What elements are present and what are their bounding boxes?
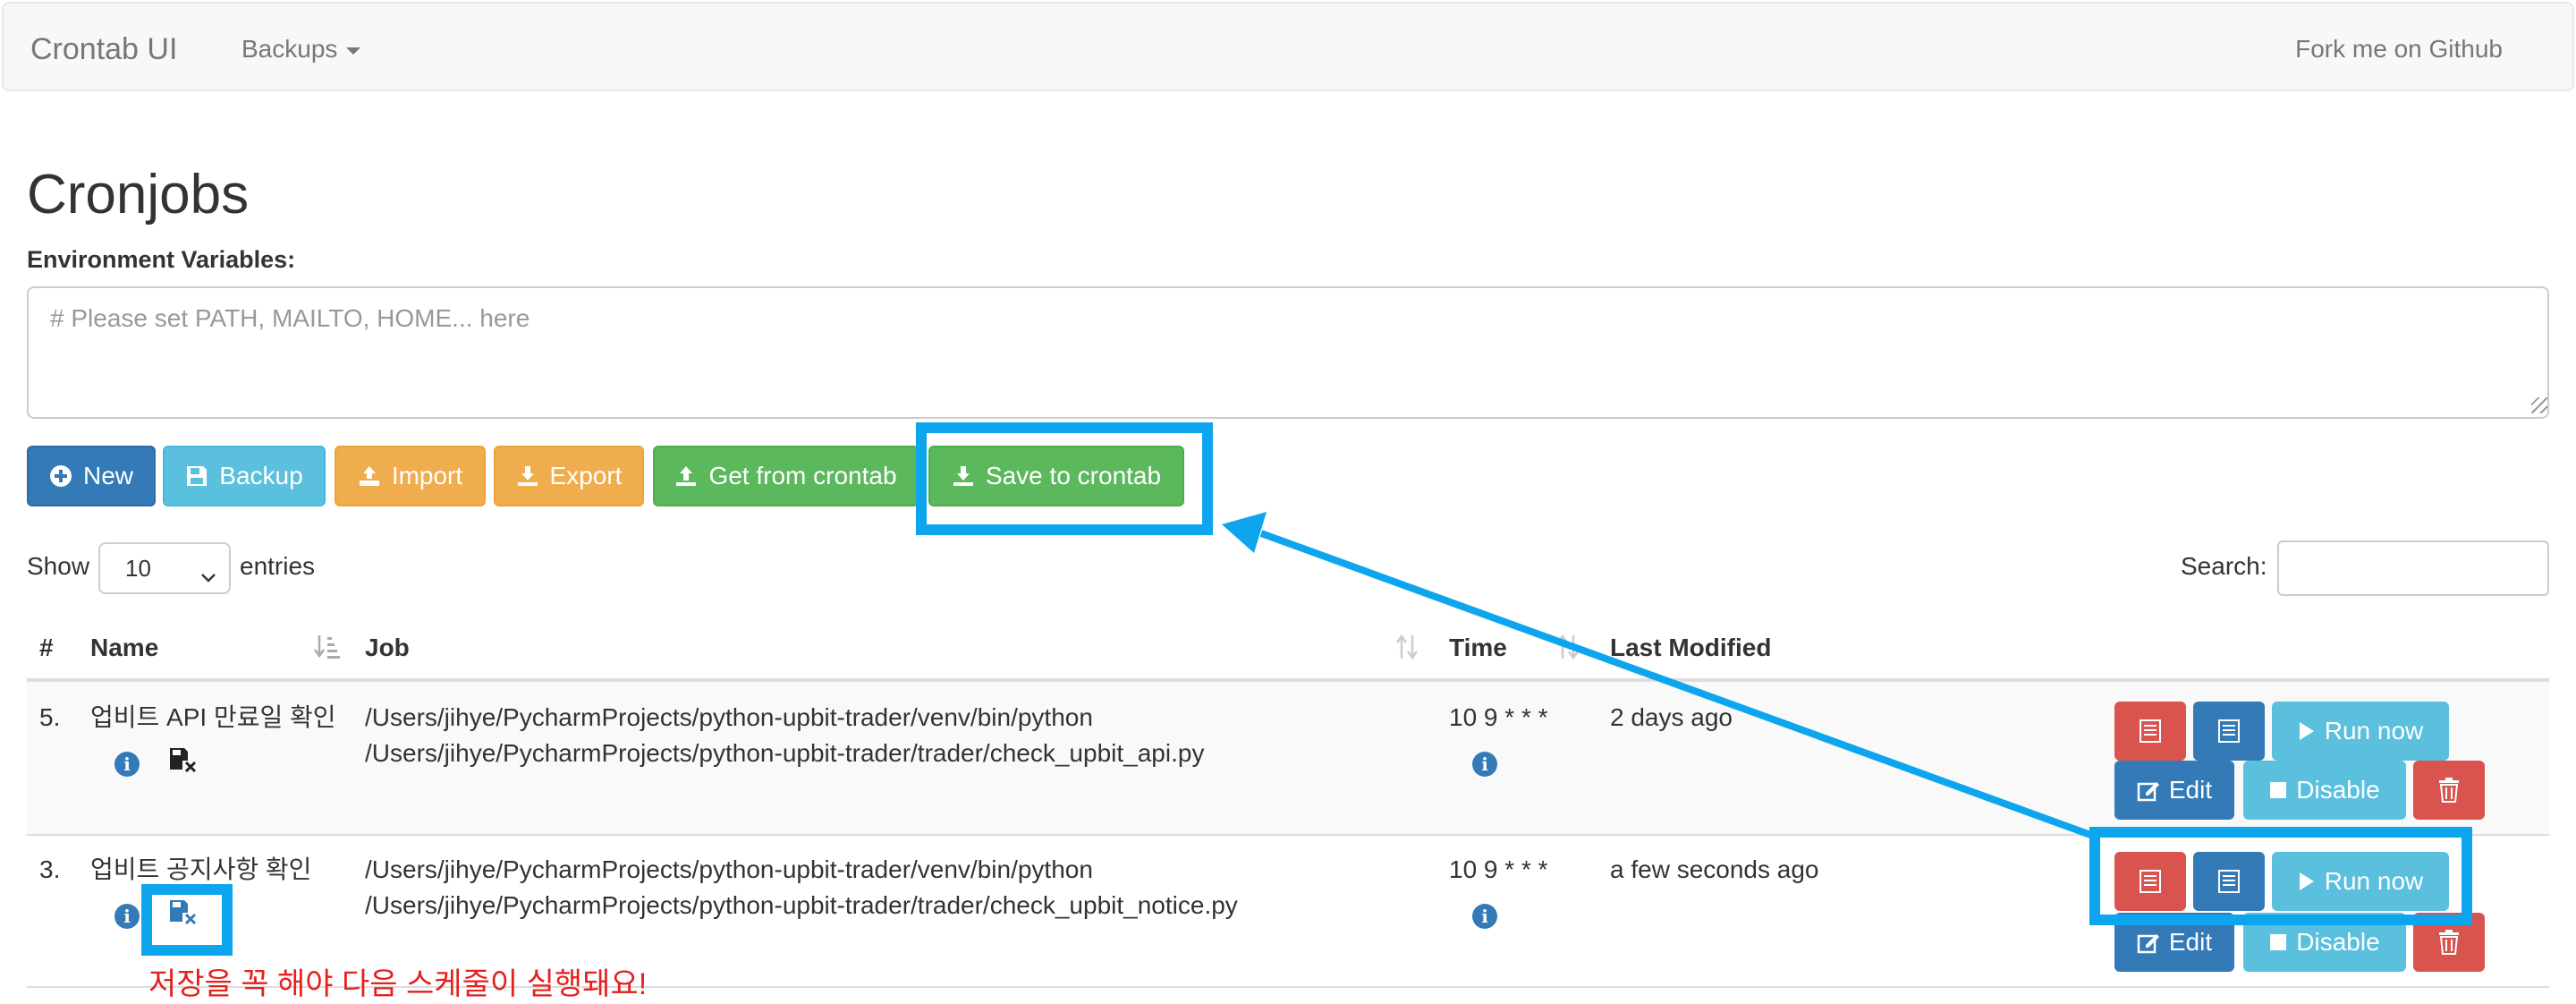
get-from-crontab-button[interactable]: Get from crontab (653, 446, 919, 506)
stdout-log-button[interactable] (2193, 852, 2265, 911)
job-time: 10 9 * * * (1449, 703, 1548, 731)
list-icon (2217, 719, 2241, 744)
navbar: Crontab UI Backups Fork me on Github (2, 2, 2574, 91)
search-label: Search: (2181, 552, 2267, 580)
unsaved-icon (168, 746, 197, 775)
import-label: Import (391, 462, 463, 489)
annotation-note: 저장을 꼭 해야 다음 스케줄이 실행돼요! (148, 967, 648, 1001)
disable-button[interactable]: Disable (2243, 761, 2406, 820)
edit-label: Edit (2168, 928, 2213, 956)
sort-icon[interactable] (1394, 632, 1420, 667)
search-input[interactable] (2277, 540, 2549, 596)
job-time: 10 9 * * * (1449, 855, 1548, 883)
job-command-line1: /Users/jihye/PycharmProjects/python-upbi… (365, 855, 1093, 883)
col-header-time[interactable]: Time (1449, 634, 1507, 662)
disable-label: Disable (2296, 776, 2380, 804)
info-icon[interactable]: i (1472, 752, 1497, 777)
job-command-line2: /Users/jihye/PycharmProjects/python-upbi… (365, 739, 1205, 767)
info-icon[interactable]: i (1472, 904, 1497, 929)
row-number: 3. (39, 855, 61, 883)
info-icon[interactable]: i (114, 752, 140, 777)
new-label: New (82, 462, 133, 489)
delete-button[interactable] (2413, 761, 2485, 820)
arrow-head (1222, 512, 1267, 553)
edit-label: Edit (2168, 776, 2213, 804)
download-icon (952, 464, 975, 488)
trash-icon (2438, 778, 2460, 803)
col-header-job[interactable]: Job (365, 634, 410, 662)
entries-label: entries (240, 552, 316, 580)
job-command-line2: /Users/jihye/PycharmProjects/python-upbi… (365, 891, 1238, 919)
job-last-modified: a few seconds ago (1610, 855, 1819, 883)
download-icon (516, 464, 539, 488)
edit-button[interactable]: Edit (2114, 761, 2234, 820)
disable-label: Disable (2296, 928, 2380, 956)
stdout-log-button[interactable] (2193, 702, 2265, 761)
save-to-crontab-button[interactable]: Save to crontab (928, 446, 1184, 506)
stop-icon (2269, 933, 2287, 951)
run-now-label: Run now (2324, 717, 2424, 744)
disable-button[interactable]: Disable (2243, 913, 2406, 972)
log-icon (2139, 869, 2162, 894)
page-title: Cronjobs (27, 164, 250, 225)
get-from-crontab-label: Get from crontab (708, 462, 897, 489)
col-header-last-modified[interactable]: Last Modified (1610, 634, 1771, 662)
delete-button[interactable] (2413, 913, 2485, 972)
backups-dropdown[interactable]: Backups (242, 35, 361, 64)
col-header-name[interactable]: Name (90, 634, 158, 662)
backups-label: Backups (242, 35, 338, 63)
upload-icon (674, 464, 698, 488)
entries-select[interactable]: 10 (98, 542, 231, 594)
run-now-label: Run now (2324, 867, 2424, 895)
error-log-button[interactable] (2114, 702, 2186, 761)
run-now-button[interactable]: Run now (2272, 702, 2449, 761)
export-button[interactable]: Export (494, 446, 644, 506)
import-icon (358, 464, 381, 488)
job-name: 업비트 공지사항 확인 (90, 855, 312, 883)
play-icon (2298, 871, 2316, 892)
info-icon[interactable]: i (114, 904, 140, 929)
backup-label: Backup (219, 462, 303, 489)
env-variables-label: Environment Variables: (27, 246, 296, 273)
brand-logo[interactable]: Crontab UI (30, 32, 177, 67)
log-icon (2139, 719, 2162, 744)
edit-button[interactable]: Edit (2114, 913, 2234, 972)
play-icon (2298, 720, 2316, 742)
col-header-num[interactable]: # (39, 634, 54, 662)
row-number: 5. (39, 703, 61, 731)
show-label: Show (27, 552, 90, 580)
entries-value: 10 (125, 554, 151, 582)
floppy-icon (185, 464, 208, 488)
sort-asc-icon[interactable] (313, 632, 340, 667)
sort-icon[interactable] (1555, 632, 1581, 667)
error-log-button[interactable] (2114, 852, 2186, 911)
backup-button[interactable]: Backup (163, 446, 326, 506)
run-now-button[interactable]: Run now (2272, 852, 2449, 911)
fork-github-link[interactable]: Fork me on Github (2295, 35, 2503, 64)
save-to-crontab-label: Save to crontab (985, 462, 1162, 489)
trash-icon (2438, 930, 2460, 955)
job-name: 업비트 API 만료일 확인 (90, 703, 336, 731)
import-button[interactable]: Import (335, 446, 486, 506)
edit-icon (2137, 931, 2160, 954)
job-last-modified: 2 days ago (1610, 703, 1733, 731)
export-label: Export (549, 462, 623, 489)
job-command-line1: /Users/jihye/PycharmProjects/python-upbi… (365, 703, 1093, 731)
caret-down-icon (346, 47, 361, 55)
list-icon (2217, 869, 2241, 894)
env-variables-textarea[interactable] (27, 286, 2549, 419)
edit-icon (2137, 779, 2160, 802)
stop-icon (2269, 781, 2287, 799)
chevron-down-icon (200, 562, 216, 590)
plus-circle-icon (49, 464, 72, 488)
new-button[interactable]: New (27, 446, 156, 506)
unsaved-icon (168, 898, 197, 927)
